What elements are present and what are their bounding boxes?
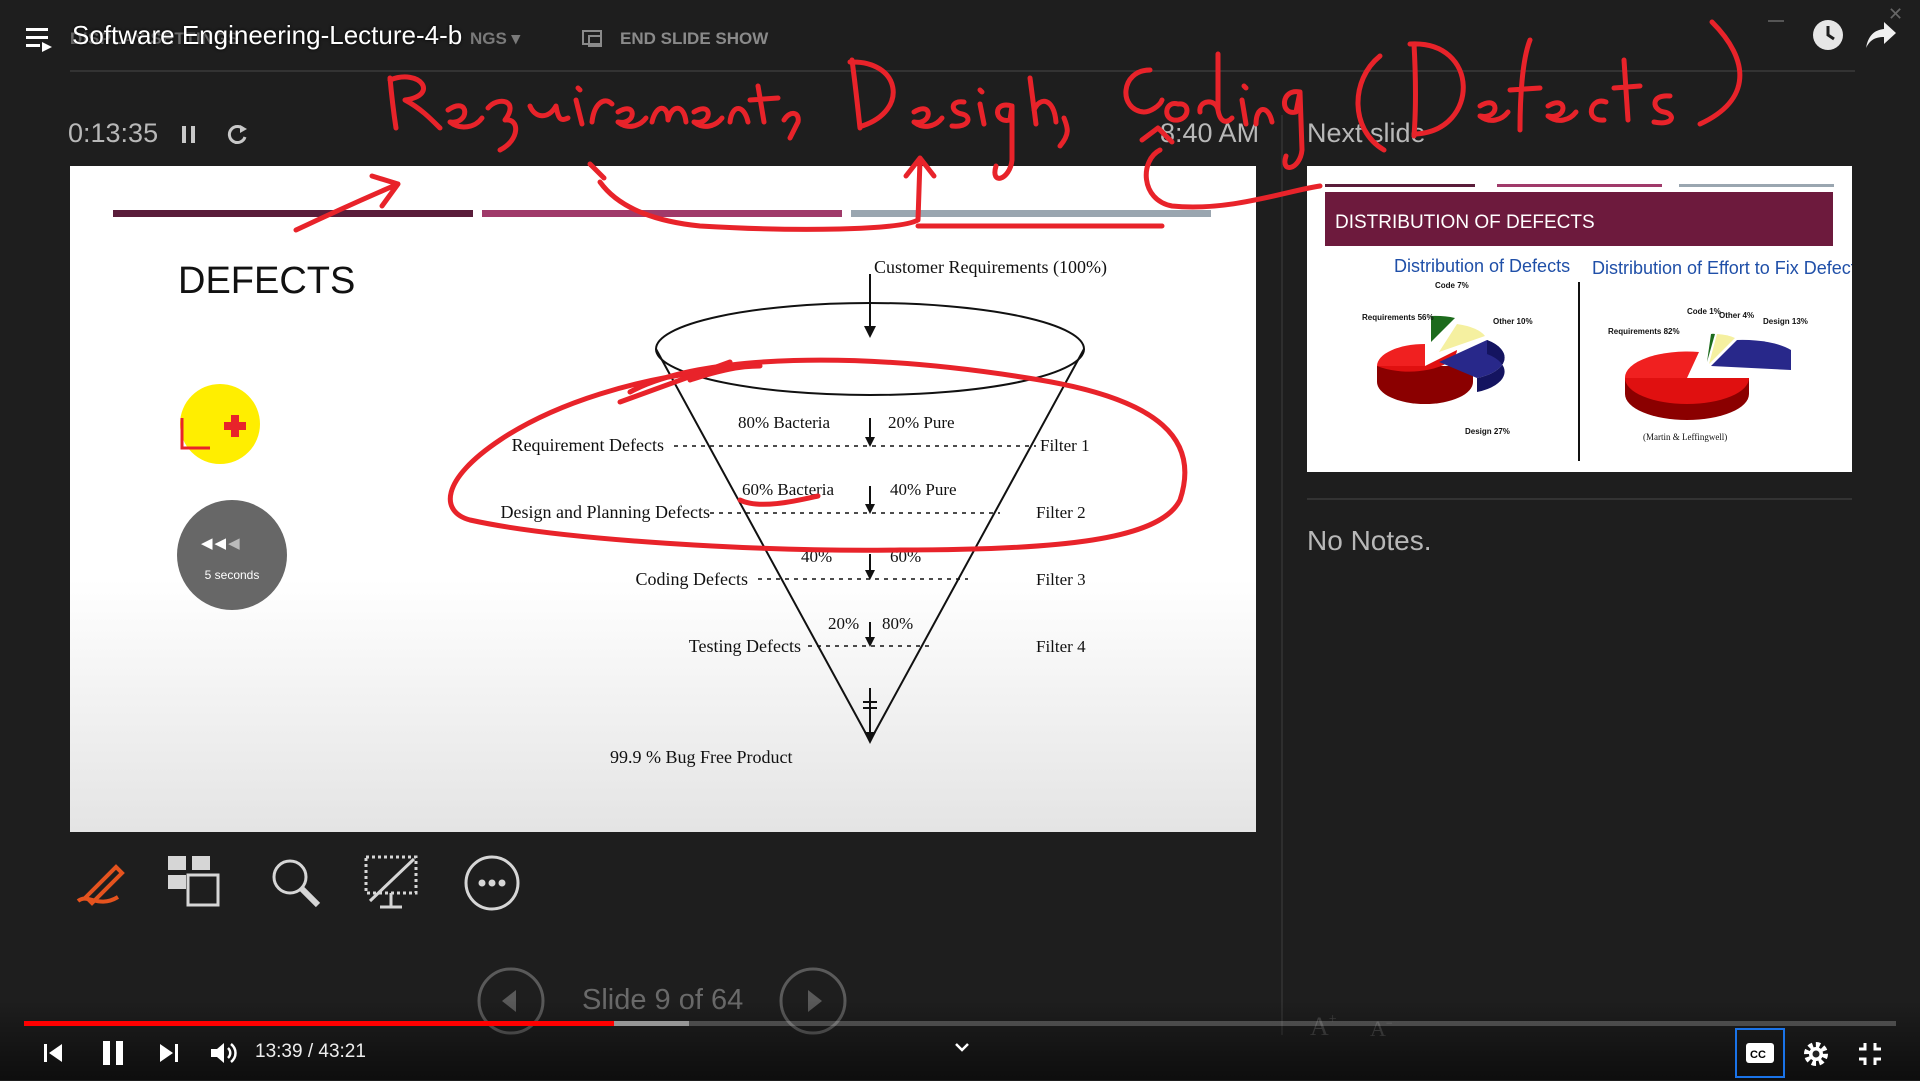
elapsed-timer: 0:13:35 [68,118,159,148]
pie1-label-code: Code 7% [1435,281,1469,290]
progress-track[interactable] [24,1021,1896,1026]
pie1-label-design: Design 27% [1465,427,1510,436]
slides-grid-icon[interactable] [165,853,225,913]
pause-icon[interactable] [98,1038,128,1068]
funnel-left-edge [655,348,871,742]
end-slide-show-label: END SLIDE SHOW [620,29,769,48]
share-icon[interactable] [1864,20,1898,50]
pie2-label-req: Requirements 82% [1608,327,1680,336]
rewind-seconds: 5 seconds [204,568,260,582]
watch-later-icon[interactable] [1811,18,1845,52]
skip-back-icon[interactable] [40,1040,66,1066]
pie2-label-code: Code 1% [1687,307,1721,316]
captions-icon[interactable]: CC [1735,1028,1785,1078]
top-divider [70,70,1855,72]
stage3-label: Coding Defects [636,569,748,589]
current-slide: DEFECTS Customer Requirements (100%) 80%… [70,166,1256,832]
timer-pause-icon[interactable] [181,124,197,146]
settings-icon[interactable] [1801,1039,1831,1069]
pie2-label-design: Design 13% [1763,317,1808,326]
skip-next-icon[interactable] [156,1040,182,1066]
progress-played [24,1021,614,1026]
slide-title: DEFECTS [178,260,355,302]
slide-accent-bar-3 [851,210,1211,217]
stage4-filter: Filter 4 [1036,637,1086,656]
notes-divider [1307,498,1852,500]
presenter-menu-ghost-right: NGS ▾ [470,29,521,48]
volume-icon[interactable] [208,1039,238,1067]
stage1-label: Requirement Defects [512,435,664,455]
time-display: 13:39 / 43:21 [255,1041,366,1063]
stage2-filter: Filter 2 [1036,503,1086,522]
black-screen-icon[interactable] [362,853,422,913]
time-separator: / [307,1041,314,1062]
stage2-split-left: 60% Bacteria [742,480,834,499]
slide-canvas: DEFECTS Customer Requirements (100%) 80%… [113,210,1211,767]
laser-pointer-badge [180,384,260,464]
stage4-split-left: 20% [828,614,859,633]
window-minimize-ghost [1768,20,1784,22]
next-slide-preview[interactable]: DISTRIBUTION OF DEFECTS Distribution of … [1307,166,1865,472]
bottom-label: 99.9 % Bug Free Product [610,747,792,767]
pie2-label-other: Other 4% [1719,311,1754,320]
slide-accent-bar-2 [482,210,842,217]
next-chart1-title: Distribution of Defects [1394,256,1570,276]
timer-reset-icon[interactable] [224,121,250,147]
time-current: 13:39 [255,1041,303,1062]
menu-icon[interactable] [24,24,54,52]
next-chart2-title: Distribution of Effort to Fix Defects [1592,258,1852,278]
zoom-icon[interactable] [266,853,326,913]
stage1-split-left: 80% Bacteria [738,413,830,432]
stage2-split-right: 40% Pure [890,480,957,499]
stage1-split-right: 20% Pure [888,413,955,432]
stage3-filter: Filter 3 [1036,570,1086,589]
funnel-top-label: Customer Requirements (100%) [874,257,1107,278]
end-slide-show-button[interactable]: END SLIDE SHOW [580,26,768,52]
exit-fullscreen-icon[interactable] [1856,1040,1884,1068]
slide-accent-bar-1 [113,210,473,217]
pie-chart-2 [1624,333,1791,420]
rewind-icon: ◀◀◀ [201,535,242,552]
pie1-label-req: Requirements 56% [1362,313,1434,322]
svg-text:CC: CC [1750,1049,1766,1061]
pie1-label-other: Other 10% [1493,317,1533,326]
pane-divider [1281,115,1283,1035]
more-icon[interactable] [462,853,522,913]
next-slide-label: Next slide [1307,118,1426,148]
next-slide-source: (Martin & Leffingwell) [1643,432,1727,442]
stage4-split-right: 80% [882,614,913,633]
funnel-right-edge [869,348,1085,742]
chevron-down-icon[interactable] [952,1040,972,1056]
stage1-filter: Filter 1 [1040,436,1090,455]
end-show-icon [580,28,606,50]
speaker-notes: No Notes. [1307,525,1432,556]
stage3-split-right: 60% [890,547,921,566]
stage2-label: Design and Planning Defects [501,502,710,522]
stage3-split-left: 40% [801,547,832,566]
rewind-overlay: ◀◀◀ 5 seconds [177,500,287,610]
pen-icon[interactable] [68,853,128,913]
stage4-label: Testing Defects [689,636,801,656]
video-title[interactable]: Software Engineering-Lecture-4-b [72,20,462,51]
next-slide-title: DISTRIBUTION OF DEFECTS [1335,212,1595,233]
time-total: 43:21 [318,1041,366,1062]
clock: 8:40 AM [1160,118,1260,148]
pie-chart-1 [1377,315,1505,404]
